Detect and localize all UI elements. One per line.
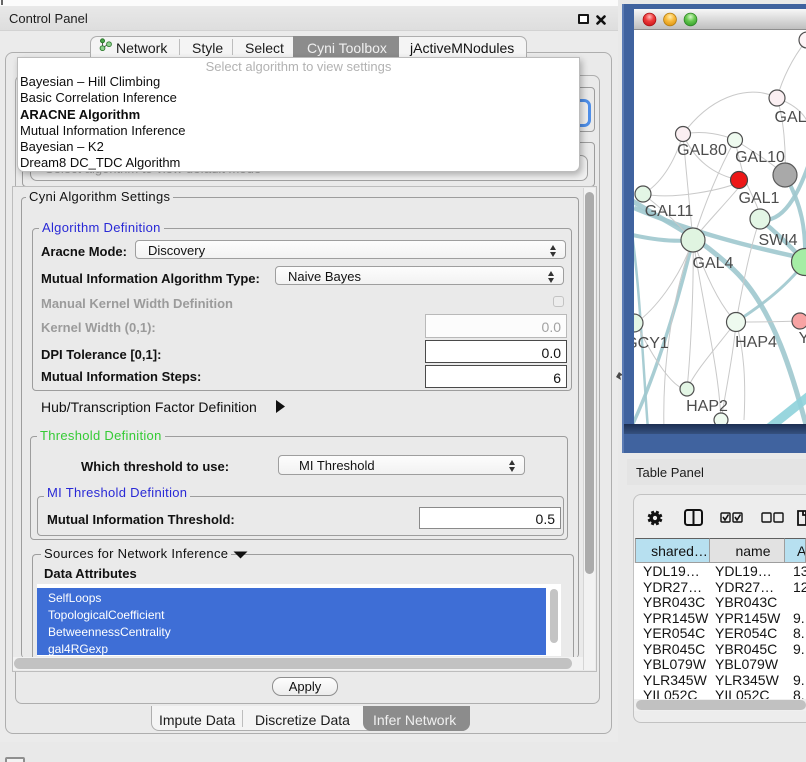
svg-text:GCY1: GCY1 <box>634 335 669 352</box>
svg-text:GAL7: GAL7 <box>775 109 806 126</box>
svg-text:GAL80: GAL80 <box>677 142 727 159</box>
svg-text:Y: Y <box>799 330 806 347</box>
svg-text:GAL10: GAL10 <box>735 149 785 166</box>
svg-text:HAP4: HAP4 <box>735 334 777 351</box>
svg-text:GAL4: GAL4 <box>693 255 734 272</box>
svg-text:GAL11: GAL11 <box>645 203 694 220</box>
svg-text:HAP2: HAP2 <box>686 398 728 415</box>
svg-text:GAL1: GAL1 <box>739 190 780 207</box>
svg-text:SWI4: SWI4 <box>758 232 797 249</box>
